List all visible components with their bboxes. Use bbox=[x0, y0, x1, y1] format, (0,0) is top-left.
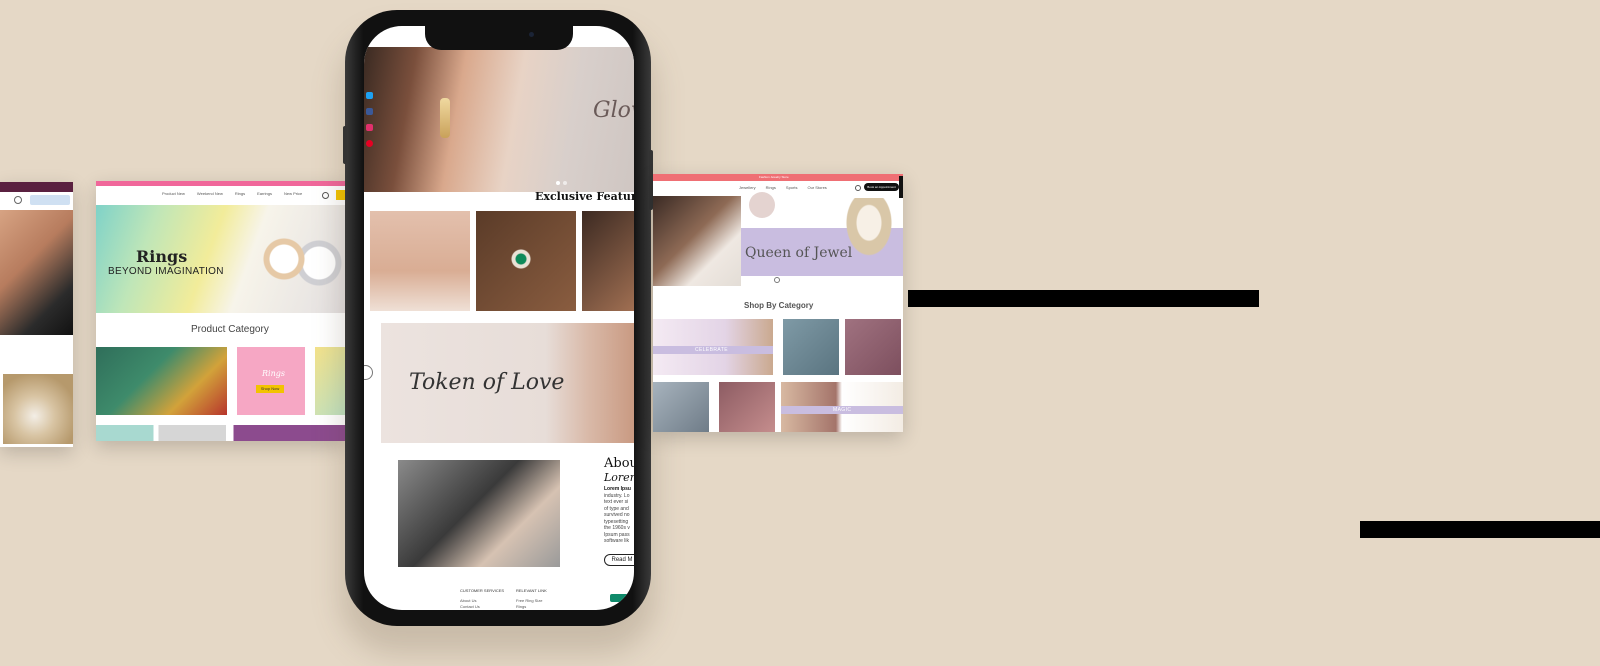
category-tile-necklace[interactable] bbox=[845, 319, 901, 375]
menu-item[interactable]: Product New bbox=[162, 191, 185, 199]
earring-model-image bbox=[0, 210, 73, 335]
pinterest-icon[interactable] bbox=[366, 140, 373, 147]
category-tile-ring-hand[interactable] bbox=[653, 382, 709, 432]
footer-link[interactable]: Contact Us bbox=[460, 604, 480, 609]
right-website-card: Fashion Jewelry Store Jewellery Rings Sp… bbox=[653, 174, 903, 432]
hero-text: Queen of Jewel bbox=[745, 245, 853, 261]
left-edge-card bbox=[0, 182, 73, 447]
phone-notch bbox=[425, 26, 573, 50]
about-subtitle: Lorem bbox=[604, 471, 634, 484]
footer-link[interactable]: Free Ring Size bbox=[516, 598, 542, 603]
about-line: software lik bbox=[604, 538, 630, 544]
nav-item[interactable]: Sports bbox=[786, 185, 798, 190]
earring-product-image bbox=[3, 374, 73, 444]
appointment-button[interactable]: Book an Appointment bbox=[864, 183, 899, 191]
topbar-text: Fashion Jewelry Store bbox=[759, 175, 789, 179]
featured-necklace-image[interactable] bbox=[370, 211, 470, 311]
about-title: Abou bbox=[604, 456, 634, 471]
menu-item[interactable]: Weekend New bbox=[197, 191, 223, 199]
category-tile-row2[interactable] bbox=[96, 425, 346, 441]
footer-col1-title: CUSTOMER SERVICES bbox=[460, 588, 505, 593]
hero-model-image bbox=[653, 196, 741, 286]
hero-earring bbox=[440, 98, 450, 138]
read-more-button[interactable]: Read M bbox=[604, 554, 634, 566]
section-title: Product Category bbox=[191, 324, 269, 335]
hero-deco-circle bbox=[749, 192, 775, 218]
footer-col2-title: RELEVANT LINK bbox=[516, 588, 547, 593]
nav-menu: Jewellery Rings Sports Our Stores bbox=[739, 185, 827, 190]
search-icon[interactable] bbox=[322, 192, 329, 199]
nav-item[interactable]: Our Stores bbox=[807, 185, 826, 190]
category-tile-rings[interactable] bbox=[237, 347, 305, 415]
celebrate-label: CELEBRATE bbox=[695, 347, 728, 353]
category-tile-earrings[interactable] bbox=[783, 319, 839, 375]
about-text: Lorem Ipsu industry. Lo text ever si of … bbox=[604, 486, 634, 545]
footer-link[interactable]: About Us bbox=[460, 598, 476, 603]
nav-menu: Product New Weekend New Rings Earrings N… bbox=[162, 191, 312, 199]
redaction-bar-lower bbox=[1360, 521, 1600, 538]
twitter-icon[interactable] bbox=[366, 92, 373, 99]
hero-text: Glow bbox=[593, 98, 634, 123]
search-field[interactable] bbox=[30, 195, 70, 205]
category-tile-bangles[interactable] bbox=[719, 382, 775, 432]
redaction-bar-upper bbox=[908, 290, 1259, 307]
nav-item[interactable]: Jewellery bbox=[739, 185, 756, 190]
search-icon[interactable] bbox=[14, 196, 22, 204]
promo-text: Token of Love bbox=[409, 370, 565, 395]
banner-subtitle: BEYOND IMAGINATION bbox=[108, 266, 224, 277]
pink-topbar bbox=[96, 181, 346, 186]
phone-screen: Glow Exclusive Featured Token of Love Ab… bbox=[364, 26, 634, 610]
featured-bracelet-image[interactable] bbox=[582, 211, 634, 311]
banner-title: Rings bbox=[136, 247, 188, 266]
camera-icon bbox=[529, 32, 534, 37]
facebook-icon[interactable] bbox=[366, 108, 373, 115]
featured-earring-image[interactable] bbox=[476, 211, 576, 311]
shop-now-button[interactable]: Shop Now bbox=[256, 385, 284, 393]
plum-topbar bbox=[0, 182, 73, 192]
about-image bbox=[398, 460, 560, 567]
footer-link[interactable]: Rings bbox=[516, 604, 526, 609]
rings-tile-label: Rings bbox=[262, 369, 285, 378]
slider-dot[interactable] bbox=[774, 277, 780, 283]
menu-item[interactable]: Earrings bbox=[257, 191, 272, 199]
left-website-card: Product New Weekend New Rings Earrings N… bbox=[96, 181, 346, 441]
menu-item[interactable]: Rings bbox=[235, 191, 245, 199]
about-line: Lorem Ipsu bbox=[604, 486, 631, 492]
slider-arrow-icon[interactable] bbox=[364, 365, 373, 380]
instagram-icon[interactable] bbox=[366, 124, 373, 131]
section-title: Shop By Category bbox=[744, 301, 814, 310]
magic-label: MAGIC bbox=[833, 407, 852, 413]
about-line: the 1960s v bbox=[604, 525, 630, 531]
featured-title: Exclusive Featured bbox=[535, 190, 634, 203]
nav-item[interactable]: Rings bbox=[766, 185, 776, 190]
about-line: survived no bbox=[604, 512, 630, 518]
side-tab[interactable] bbox=[899, 176, 903, 198]
search-icon[interactable] bbox=[855, 185, 861, 191]
category-tile-necklace[interactable] bbox=[96, 347, 227, 415]
phone-side-button bbox=[343, 126, 347, 164]
rings-image bbox=[244, 219, 344, 299]
slider-dots[interactable] bbox=[556, 181, 570, 185]
menu-item[interactable]: New Price bbox=[284, 191, 302, 199]
chat-button[interactable] bbox=[610, 594, 634, 602]
